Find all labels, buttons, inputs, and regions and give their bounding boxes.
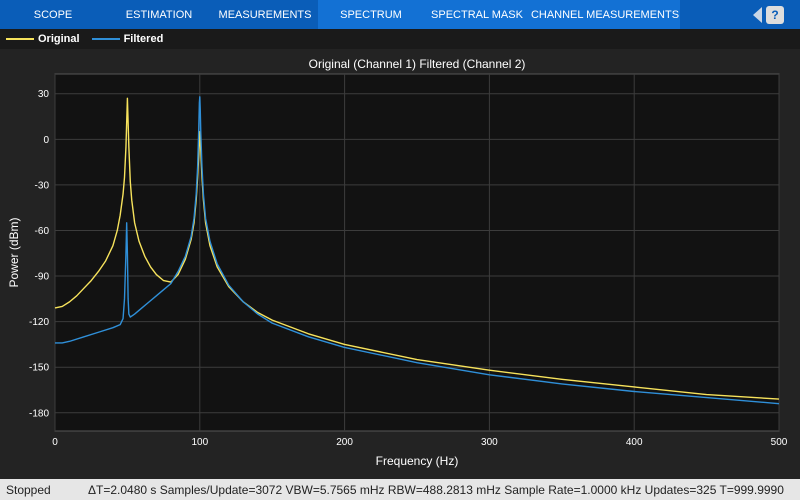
y-tick-label: 0 — [43, 135, 49, 146]
y-tick-label: -180 — [29, 408, 49, 419]
legend-item-original[interactable]: Original — [6, 33, 80, 45]
legend-label-filtered: Filtered — [123, 33, 164, 45]
x-tick-labels: 0 100 200 300 400 500 — [52, 437, 788, 448]
y-axis-label: Power (dBm) — [7, 217, 21, 287]
tab-spectrum[interactable]: SPECTRUM — [318, 0, 424, 29]
legend-line-filtered — [91, 38, 120, 40]
spectrum-figure: Original (Channel 1) Filtered (Channel 2… — [0, 49, 800, 479]
status-bar: Stopped ΔT=2.0480 s Samples/Update=3072 … — [0, 479, 800, 500]
legend-line-original — [6, 38, 34, 40]
tab-channel-measurements[interactable]: CHANNEL MEASUREMENTS — [530, 0, 680, 29]
tab-estimation[interactable]: ESTIMATION — [106, 0, 212, 29]
y-tick-label: -30 — [35, 180, 50, 191]
y-tick-label: -60 — [35, 226, 50, 237]
y-tick-label: -150 — [29, 363, 49, 374]
x-tick-label: 0 — [52, 437, 58, 448]
y-tick-label: 30 — [38, 89, 50, 100]
x-tick-label: 100 — [191, 437, 208, 448]
y-tick-label: -120 — [29, 317, 49, 328]
tab-spectral-mask[interactable]: SPECTRAL MASK — [424, 0, 530, 29]
status-state: Stopped — [6, 482, 51, 497]
chart-title: Original (Channel 1) Filtered (Channel 2… — [309, 57, 526, 71]
y-tick-labels: 30 0 -30 -60 -90 -120 -150 -180 — [29, 89, 49, 419]
x-tick-label: 200 — [336, 437, 353, 448]
help-button[interactable]: ? — [766, 6, 784, 24]
toolstrip: SCOPE ESTIMATION MEASUREMENTS SPECTRUM S… — [0, 0, 800, 29]
y-tick-label: -90 — [35, 272, 50, 283]
plot-area[interactable] — [54, 73, 780, 432]
x-tick-label: 400 — [626, 437, 643, 448]
spectrum-plot[interactable]: Original (Channel 1) Filtered (Channel 2… — [0, 49, 800, 479]
x-axis-label: Frequency (Hz) — [376, 454, 459, 468]
tab-measurements[interactable]: MEASUREMENTS — [212, 0, 318, 29]
x-tick-label: 300 — [481, 437, 498, 448]
legend-item-filtered[interactable]: Filtered — [91, 33, 164, 45]
legend-label-original: Original — [38, 33, 80, 45]
legend: Original Filtered — [0, 29, 800, 49]
tab-scope[interactable]: SCOPE — [0, 0, 106, 29]
collapse-arrow-icon[interactable] — [753, 7, 762, 23]
status-info: ΔT=2.0480 s Samples/Update=3072 VBW=5.75… — [88, 482, 784, 497]
x-tick-label: 500 — [771, 437, 788, 448]
